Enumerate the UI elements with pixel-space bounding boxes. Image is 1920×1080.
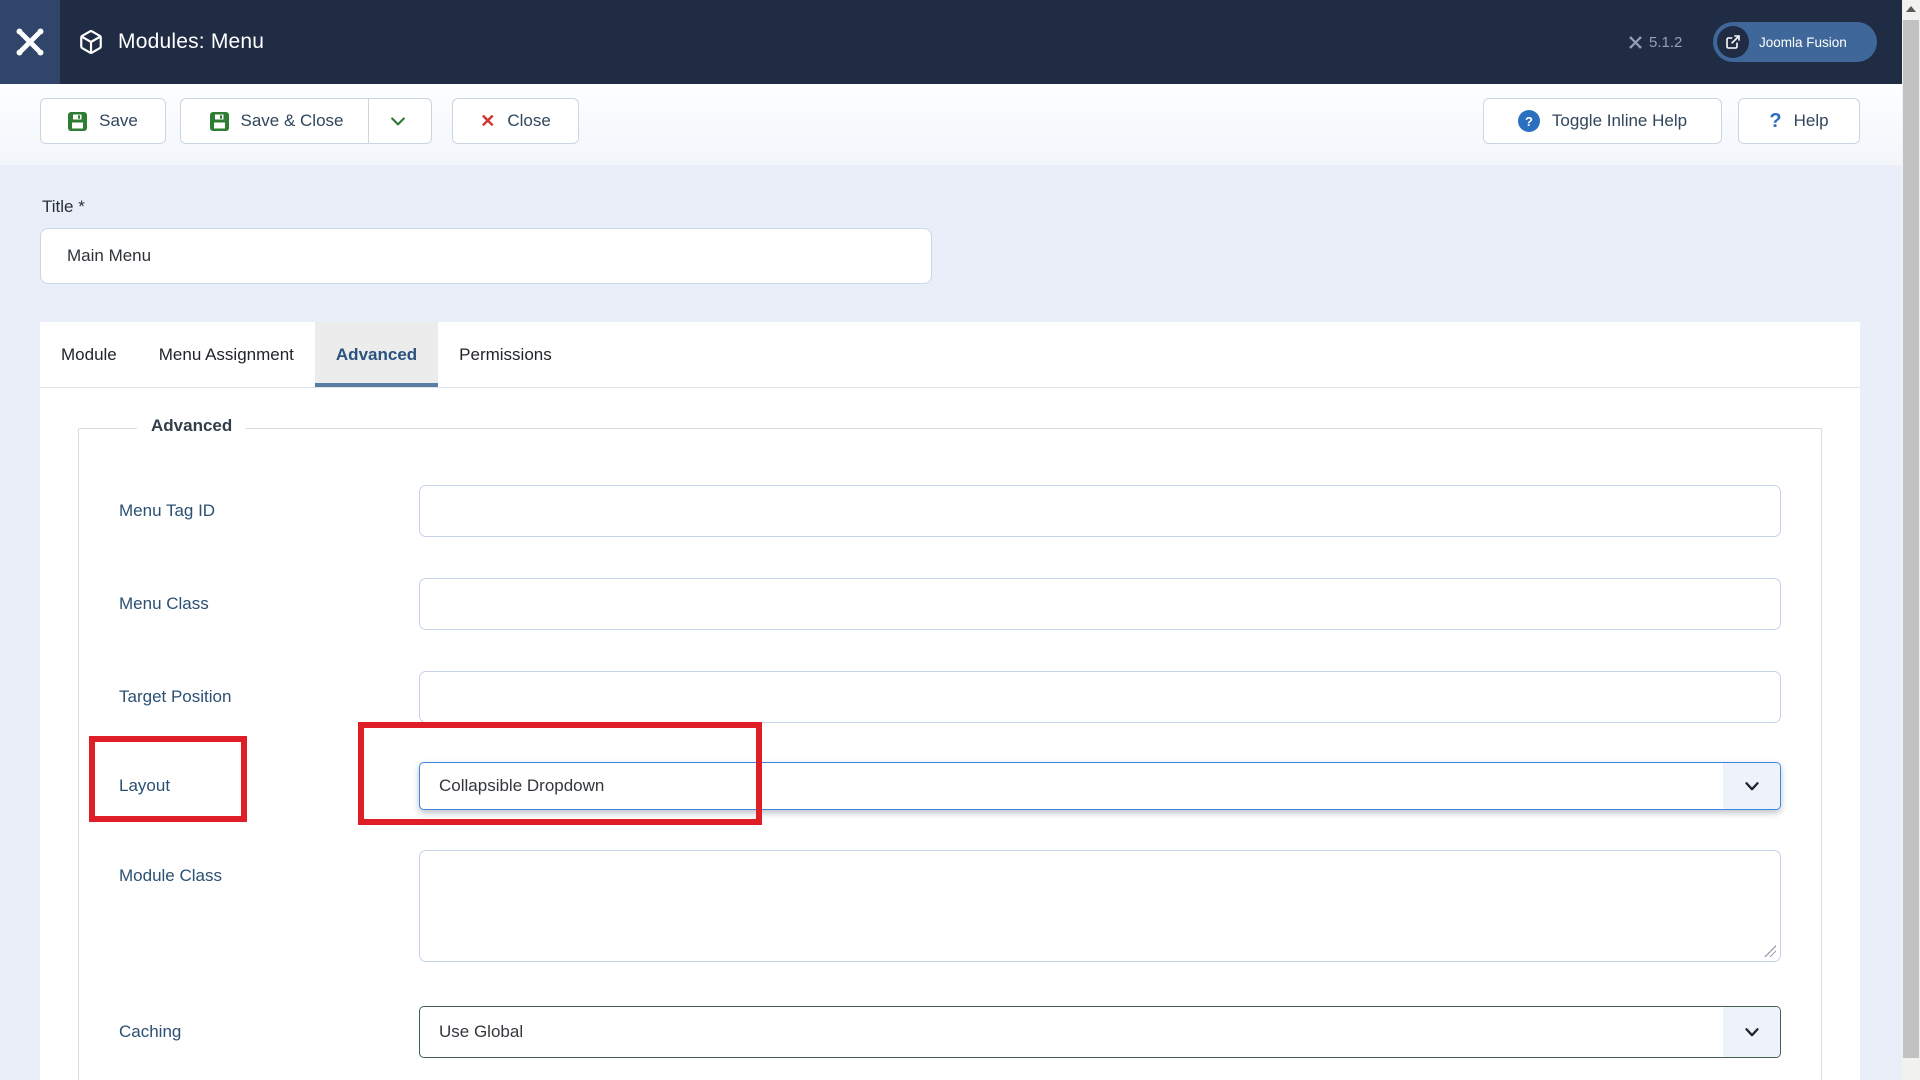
chevron-down-icon [1744, 782, 1759, 791]
help-label: Help [1793, 111, 1829, 130]
menu-class-input[interactable] [419, 578, 1781, 630]
caching-select-arrow[interactable] [1723, 1007, 1780, 1057]
tab-module[interactable]: Module [40, 322, 138, 387]
scrollbar-thumb[interactable] [1903, 20, 1919, 1058]
menu-tag-id-label: Menu Tag ID [119, 501, 216, 520]
caching-select[interactable]: Use Global [419, 1006, 1781, 1058]
question-mark-icon: ? [1769, 109, 1782, 132]
field-row-caching: Caching Use Global [79, 1006, 1821, 1058]
help-icon: ? [1517, 110, 1540, 132]
layout-select-value: Collapsible Dropdown [439, 776, 605, 795]
save-and-close-button[interactable]: Save & Close [180, 98, 432, 144]
joomla-fusion-button[interactable]: Joomla Fusion [1713, 22, 1877, 62]
toggle-inline-help-button[interactable]: ? Toggle Inline Help [1483, 98, 1722, 144]
caching-label: Caching [119, 1022, 182, 1041]
toolbar: Save Save & Close ✕ Close ? Toggle Inlin… [0, 84, 1902, 165]
joomla-logo-icon [16, 28, 44, 56]
target-position-label: Target Position [119, 687, 232, 706]
menu-tag-id-input[interactable] [419, 485, 1781, 537]
target-position-input[interactable] [419, 671, 1781, 723]
close-label: Close [507, 111, 551, 130]
tab-permissions[interactable]: Permissions [438, 322, 573, 387]
layout-select[interactable]: Collapsible Dropdown [419, 762, 1781, 810]
save-icon [68, 111, 88, 131]
close-icon: ✕ [480, 111, 496, 131]
joomla-version-icon [1629, 36, 1642, 48]
toggle-inline-help-label: Toggle Inline Help [1551, 111, 1688, 130]
field-row-menu-class: Menu Class [79, 578, 1821, 630]
tab-menu-assignment[interactable]: Menu Assignment [138, 322, 315, 387]
content-panel: Module Menu Assignment Advanced Permissi… [40, 322, 1860, 1080]
page-title: Modules: Menu [118, 30, 265, 53]
field-row-module-class: Module Class [79, 850, 1821, 962]
layout-select-arrow[interactable] [1723, 763, 1780, 809]
save-label: Save [99, 111, 138, 130]
top-bar: Modules: Menu 5.1.2 Joomla Fusion [0, 0, 1902, 84]
version-text: 5.1.2 [1649, 33, 1683, 51]
joomla-logo-button[interactable] [0, 0, 60, 84]
scroll-up-arrow[interactable] [1906, 6, 1916, 12]
field-row-target-position: Target Position [79, 671, 1821, 723]
advanced-fieldset: Advanced Menu Tag ID Menu Class Target P… [78, 416, 1822, 1080]
caching-select-value: Use Global [439, 1022, 524, 1041]
tab-advanced[interactable]: Advanced [314, 322, 439, 387]
layout-label: Layout [119, 776, 171, 795]
chevron-down-icon [390, 117, 405, 126]
external-link-icon [1726, 35, 1740, 49]
help-button[interactable]: ? Help [1738, 98, 1860, 144]
field-row-menu-tag-id: Menu Tag ID [79, 485, 1821, 537]
save-options-dropdown-toggle[interactable] [369, 99, 427, 143]
module-class-label: Module Class [119, 866, 222, 885]
menu-class-label: Menu Class [119, 594, 209, 613]
vertical-scrollbar[interactable] [1902, 0, 1920, 1080]
resize-grip-icon[interactable] [1764, 945, 1776, 957]
package-icon [80, 30, 102, 54]
module-title-input[interactable] [40, 228, 932, 284]
save-and-close-label: Save & Close [240, 111, 344, 130]
close-button[interactable]: ✕ Close [452, 98, 579, 144]
module-class-textarea[interactable] [419, 850, 1781, 962]
save-button[interactable]: Save [40, 98, 166, 144]
version-indicator: 5.1.2 [1628, 0, 1682, 84]
tab-bar: Module Menu Assignment Advanced Permissi… [40, 322, 1860, 388]
joomla-fusion-label: Joomla Fusion [1759, 34, 1847, 50]
module-title-label: Title * [42, 197, 85, 216]
fieldset-legend: Advanced [137, 416, 247, 436]
field-row-layout: Layout Collapsible Dropdown [79, 762, 1821, 810]
save-icon [209, 111, 229, 131]
chevron-down-icon [1744, 1028, 1759, 1037]
